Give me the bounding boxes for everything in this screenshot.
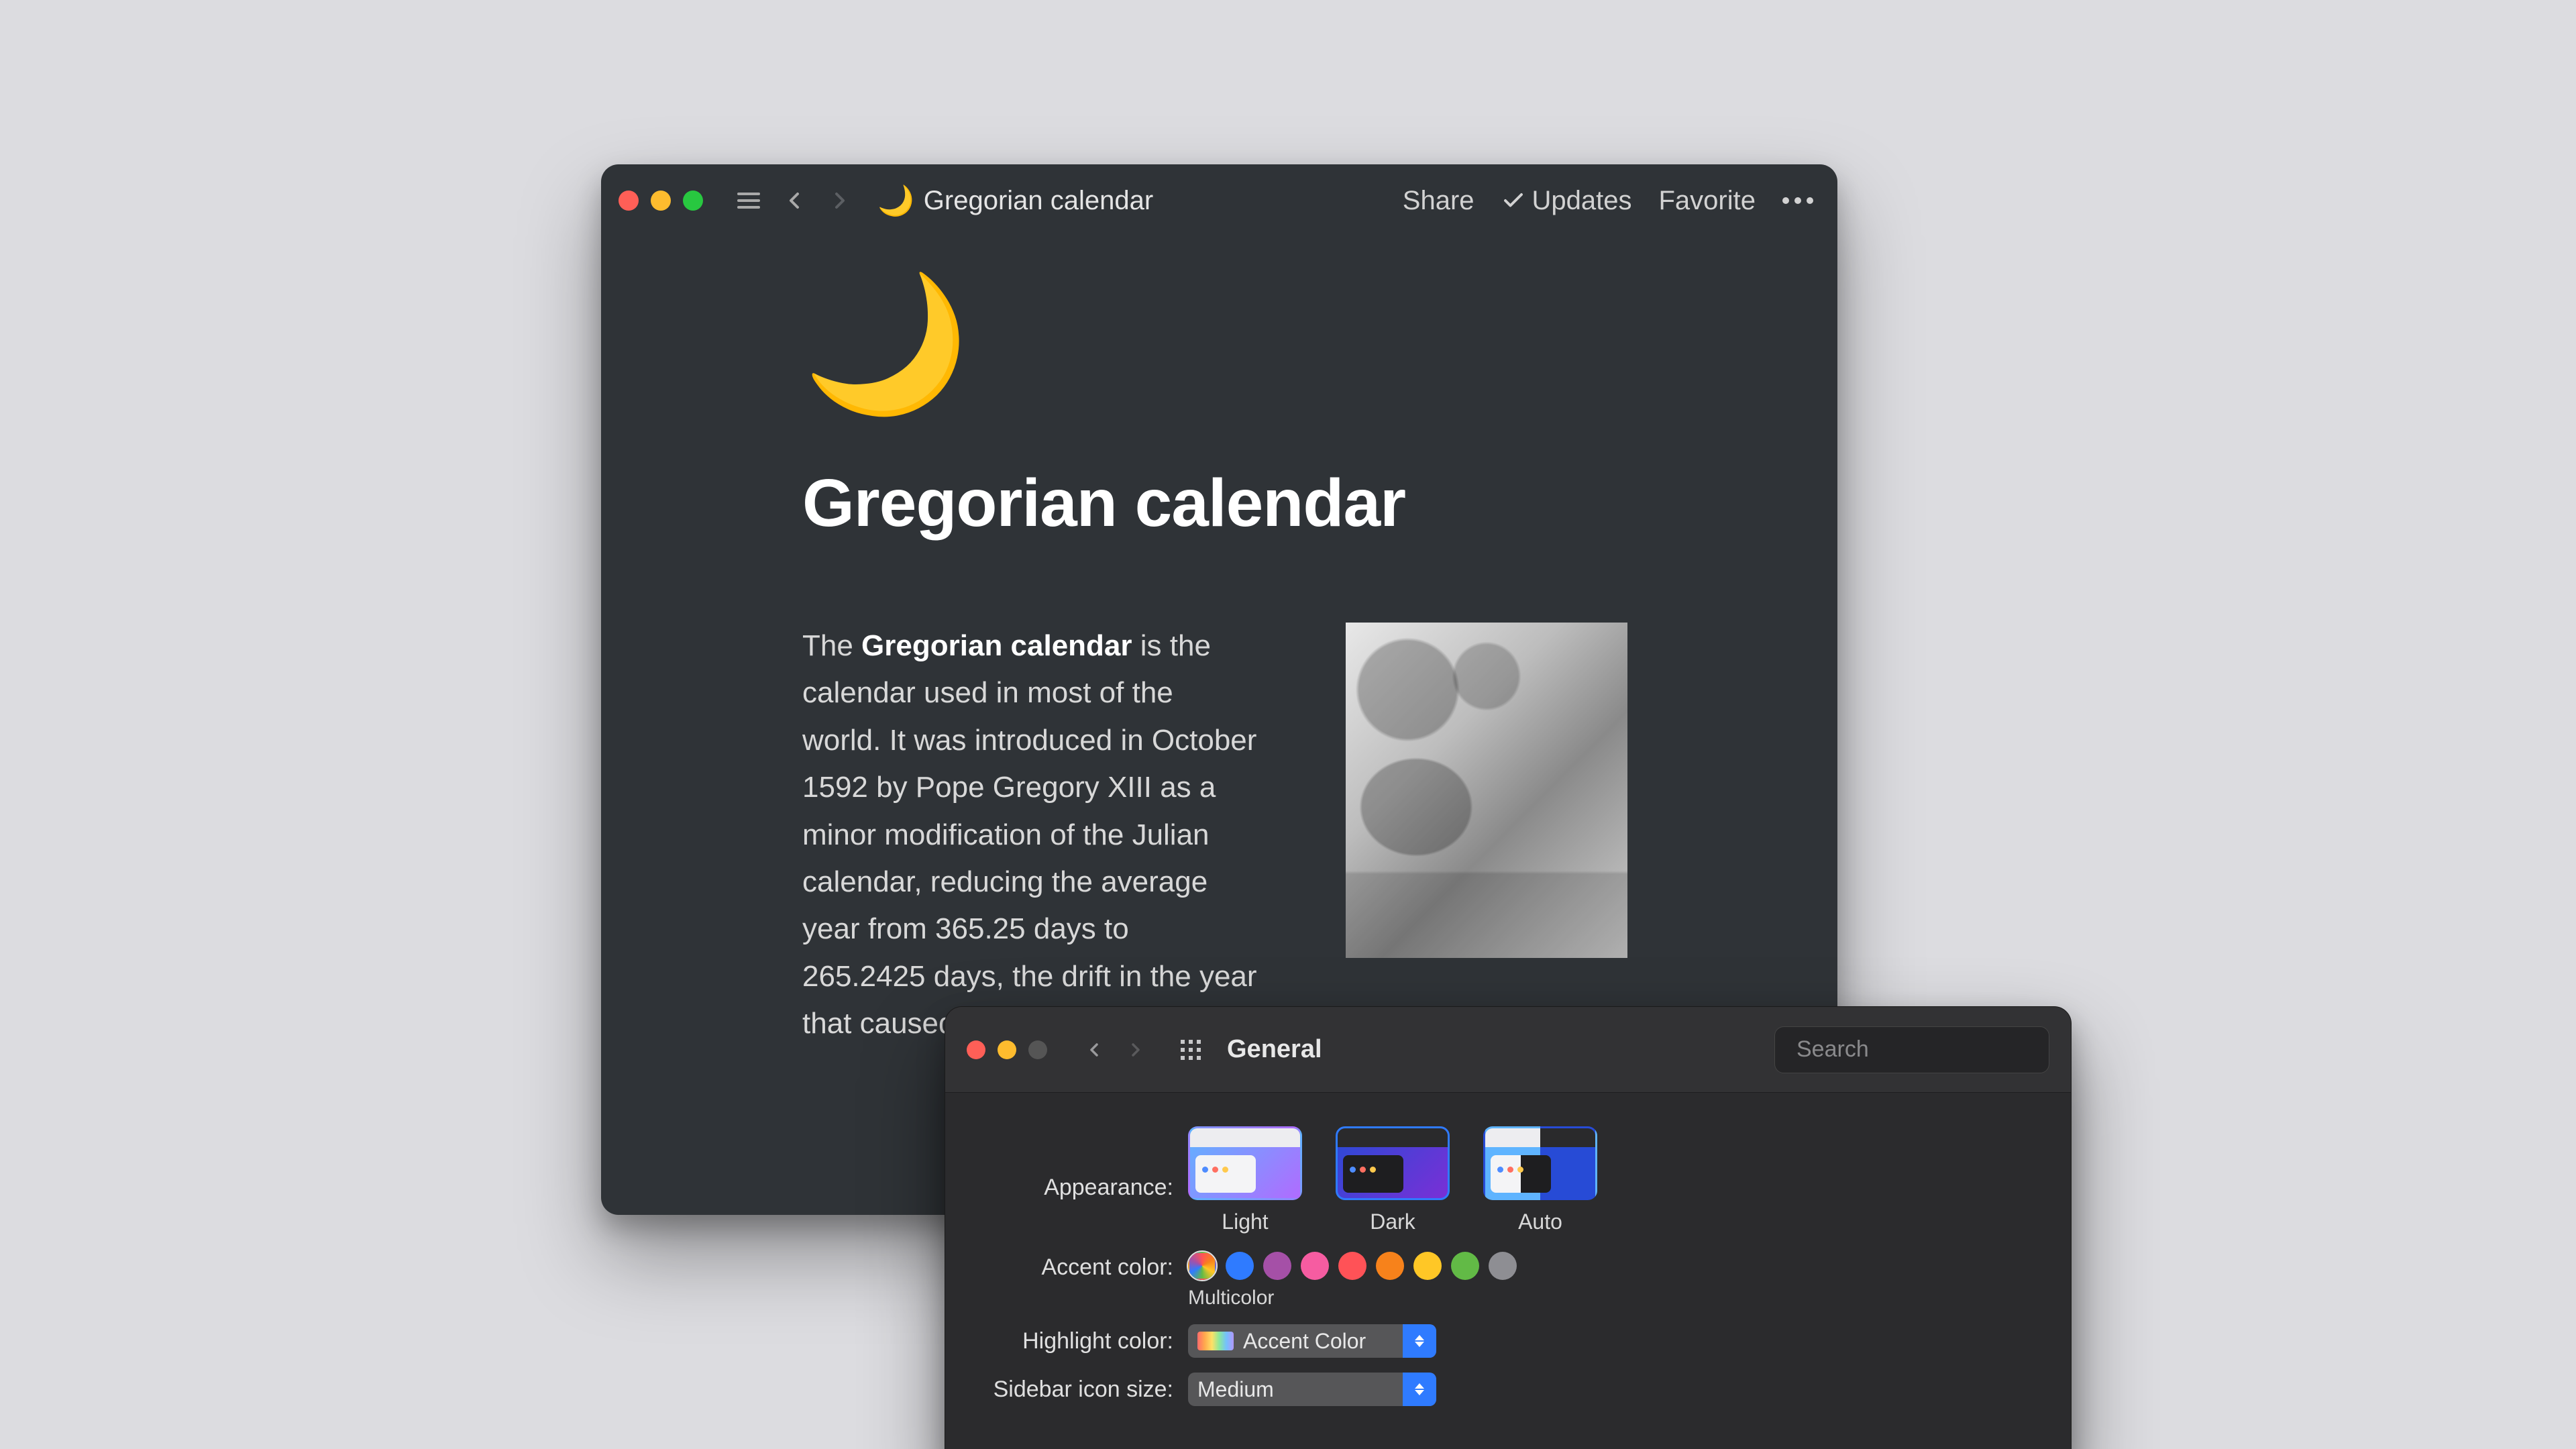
content-row: The Gregorian calendar is the calendar u… [802,623,1636,1048]
system-preferences-window: General Appearance: Light Dark Auto [945,1006,2072,1449]
show-all-button[interactable] [1176,1035,1205,1065]
appearance-option-auto[interactable]: Auto [1483,1126,1597,1234]
appearance-thumb-dark [1336,1126,1450,1200]
accent-label: Accent color: [985,1252,1173,1281]
accent-swatches [1188,1252,1517,1280]
accent-color-graphite[interactable] [1489,1252,1517,1280]
prefs-header: General [945,1007,2071,1093]
search-field[interactable] [1774,1026,2049,1073]
share-button[interactable]: Share [1403,186,1474,216]
highlight-label: Highlight color: [985,1328,1173,1354]
body-bold: Gregorian calendar [861,629,1132,662]
notion-toolbar: 🌙 Gregorian calendar Share Updates Favor… [601,164,1837,237]
forward-button[interactable] [824,184,856,217]
search-input[interactable] [1796,1036,2072,1063]
prefs-body: Appearance: Light Dark Auto Accent color… [945,1093,2071,1406]
accent-color-green[interactable] [1451,1252,1479,1280]
breadcrumb[interactable]: 🌙 Gregorian calendar [877,183,1153,218]
appearance-auto-label: Auto [1518,1210,1562,1234]
accent-color-yellow[interactable] [1413,1252,1442,1280]
sidebar-size-value: Medium [1197,1377,1274,1402]
favorite-button[interactable]: Favorite [1659,186,1756,216]
sidebar-size-label: Sidebar icon size: [985,1377,1173,1403]
back-button[interactable] [778,184,810,217]
notion-body: 🌙 Gregorian calendar The Gregorian calen… [601,237,1837,1048]
prefs-forward-button[interactable] [1121,1035,1150,1065]
updates-button[interactable]: Updates [1501,186,1632,216]
page-title[interactable]: Gregorian calendar [802,465,1636,542]
appearance-thumb-auto [1483,1126,1597,1200]
appearance-thumb-light [1188,1126,1302,1200]
dropdown-arrows-icon [1403,1324,1436,1358]
breadcrumb-title: Gregorian calendar [924,186,1153,216]
updates-label: Updates [1532,186,1632,216]
body-rest: is the calendar used in most of the worl… [802,629,1257,1040]
accent-color-blue[interactable] [1226,1252,1254,1280]
article-image[interactable] [1346,623,1627,958]
maximize-button-disabled [1028,1040,1047,1059]
appearance-label: Appearance: [985,1175,1173,1234]
minimize-button[interactable] [998,1040,1016,1059]
more-button[interactable] [1782,197,1813,204]
appearance-row: Appearance: Light Dark Auto [985,1126,2031,1234]
close-button[interactable] [619,191,639,211]
check-icon [1501,189,1525,213]
maximize-button[interactable] [683,191,703,211]
accent-color-multicolor[interactable] [1188,1252,1216,1280]
accent-color-orange[interactable] [1376,1252,1404,1280]
window-controls [967,1040,1047,1059]
prefs-back-button[interactable] [1079,1035,1109,1065]
highlight-swatch-icon [1197,1332,1234,1350]
accent-area: Multicolor [1188,1252,1517,1309]
prefs-title: General [1227,1035,1322,1064]
body-text[interactable]: The Gregorian calendar is the calendar u… [802,623,1258,1048]
appearance-dark-label: Dark [1370,1210,1415,1234]
accent-color-red[interactable] [1338,1252,1366,1280]
accent-color-purple[interactable] [1263,1252,1291,1280]
page-emoji-icon: 🌙 [877,183,914,218]
window-controls [619,191,703,211]
highlight-value: Accent Color [1243,1329,1366,1354]
dropdown-arrows-icon [1403,1373,1436,1406]
close-button[interactable] [967,1040,985,1059]
accent-color-pink[interactable] [1301,1252,1329,1280]
toolbar-right: Share Updates Favorite [1403,186,1813,216]
body-prefix: The [802,629,861,662]
appearance-light-label: Light [1222,1210,1268,1234]
accent-caption: Multicolor [1188,1287,1517,1309]
highlight-dropdown[interactable]: Accent Color [1188,1324,1436,1358]
accent-row: Accent color: Multicolor [985,1252,2031,1309]
sidebar-size-dropdown[interactable]: Medium [1188,1373,1436,1406]
appearance-options: Light Dark Auto [1188,1126,1597,1234]
minimize-button[interactable] [651,191,671,211]
highlight-row: Highlight color: Accent Color [985,1324,2031,1358]
sidebar-size-row: Sidebar icon size: Medium [985,1373,2031,1406]
appearance-option-light[interactable]: Light [1188,1126,1302,1234]
sidebar-toggle-button[interactable] [733,184,765,217]
appearance-option-dark[interactable]: Dark [1336,1126,1450,1234]
page-icon[interactable]: 🌙 [802,277,1636,411]
